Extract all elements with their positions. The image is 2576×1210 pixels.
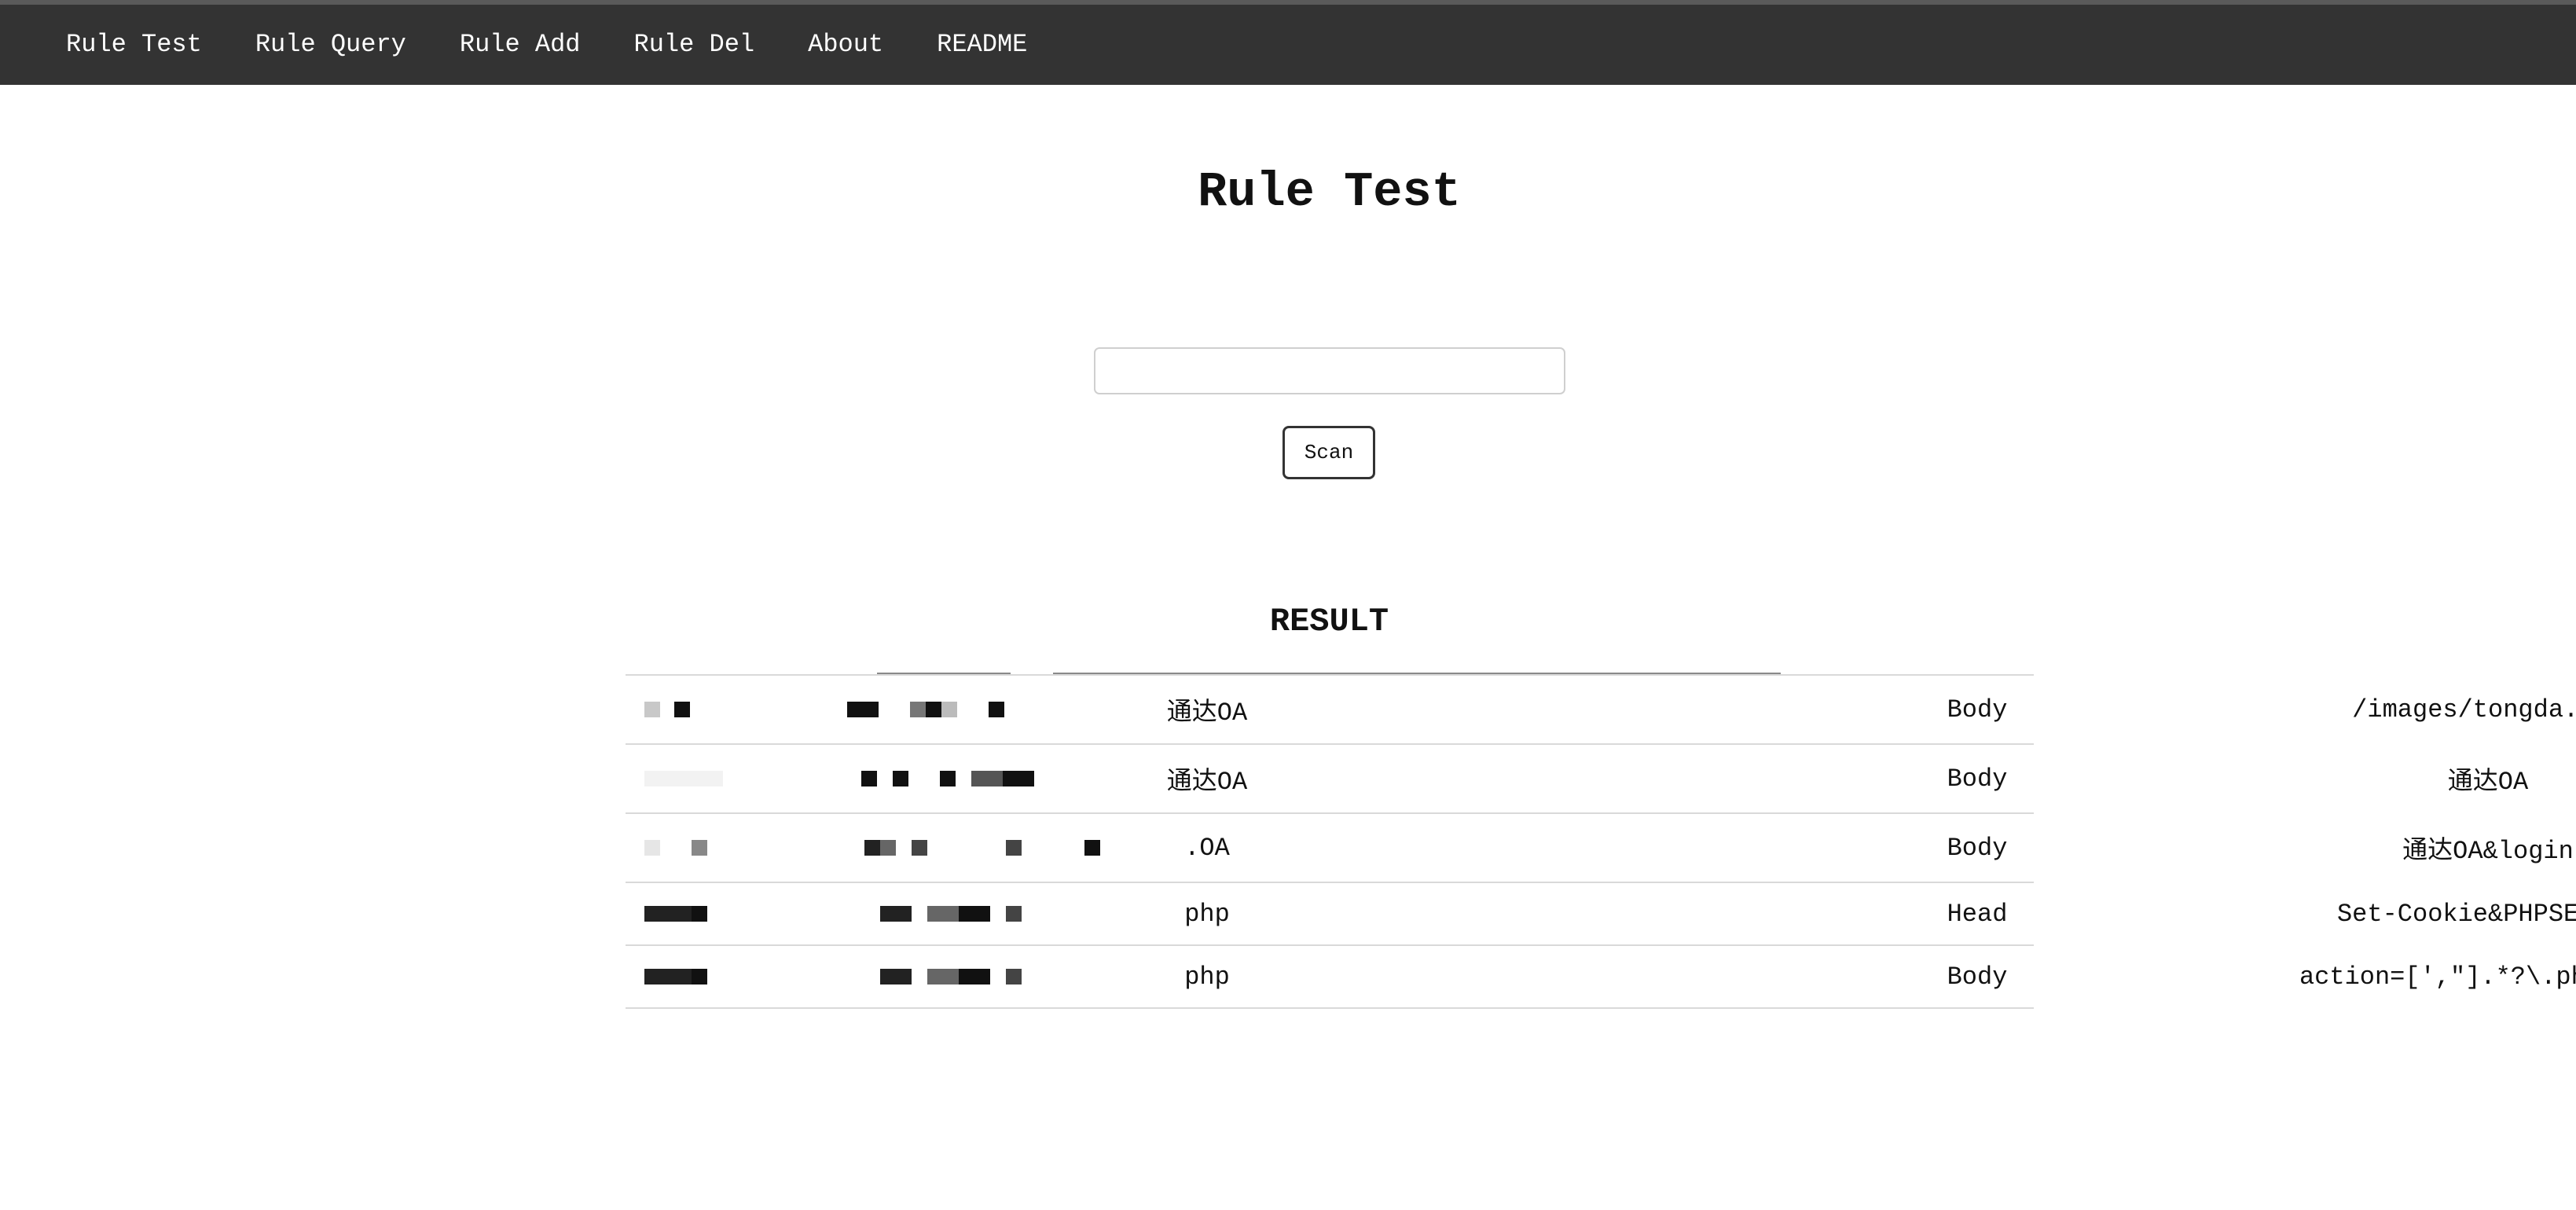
scan-button[interactable]: Scan: [1282, 426, 1375, 479]
product-name-cell: 通达OA: [1166, 768, 1248, 797]
match-rule-cell: 通达OA: [2447, 768, 2529, 797]
table-row: php Body action=[',"].*?\.php['|"]: [626, 946, 2576, 1009]
match-rule-cell: 通达OA&login: [2402, 837, 2574, 866]
result-heading: RESULT: [1269, 603, 1389, 640]
match-location-cell: Body: [1947, 962, 2008, 992]
redaction-mosaic: [626, 745, 1034, 812]
redacted-url-cell: [626, 745, 1050, 812]
product-name-cell: php: [1184, 899, 1230, 929]
redacted-url-cell: [626, 883, 1050, 944]
nav-item-rule-test[interactable]: Rule Test: [39, 6, 229, 84]
nav-item-about[interactable]: About: [781, 6, 910, 84]
match-rule-cell: action=[',"].*?\.php['|"]: [2299, 962, 2576, 992]
target-url-input[interactable]: [1094, 347, 1565, 394]
match-location-cell: Head: [1947, 899, 2008, 929]
redaction-mosaic: [626, 814, 1100, 882]
page-title: Rule Test: [1198, 164, 1461, 220]
match-rule-cell: /images/tongda.ico: [2352, 695, 2576, 724]
redaction-mosaic: [626, 676, 1004, 743]
match-rule-cell: Set-Cookie&PHPSESSID: [2336, 899, 2576, 929]
table-row: 通达OA Body /images/tongda.ico: [626, 674, 2576, 745]
nav-menu: Rule Test Rule Query Rule Add Rule Del A…: [0, 5, 1054, 85]
nav-item-rule-query[interactable]: Rule Query: [229, 6, 433, 84]
nav-item-rule-add[interactable]: Rule Add: [433, 6, 607, 84]
redaction-mosaic: [626, 946, 1022, 1007]
top-navigation-bar: Rule Test Rule Query Rule Add Rule Del A…: [0, 0, 2576, 85]
table-row: php Head Set-Cookie&PHPSESSID: [626, 883, 2576, 946]
table-row: .OA Body 通达OA&login: [626, 814, 2574, 883]
result-table: 通达OA Body /images/tongda.ico 通达OA Body 通…: [626, 674, 2576, 1009]
match-location-cell: Body: [1947, 764, 2008, 794]
product-name-cell: 通达OA: [1166, 698, 1248, 728]
redacted-url-cell: [626, 814, 1100, 882]
redacted-url-cell: [626, 946, 1050, 1007]
match-location-cell: Body: [1947, 695, 2008, 724]
redaction-mosaic: [626, 883, 1022, 944]
nav-item-readme[interactable]: README: [910, 6, 1054, 84]
table-row: 通达OA Body 通达OA: [626, 745, 2528, 814]
redacted-url-cell: [626, 676, 1050, 743]
product-name-cell: php: [1184, 962, 1230, 992]
product-name-cell: .OA: [1184, 833, 1230, 863]
match-location-cell: Body: [1947, 833, 2008, 863]
nav-item-rule-del[interactable]: Rule Del: [607, 6, 781, 84]
